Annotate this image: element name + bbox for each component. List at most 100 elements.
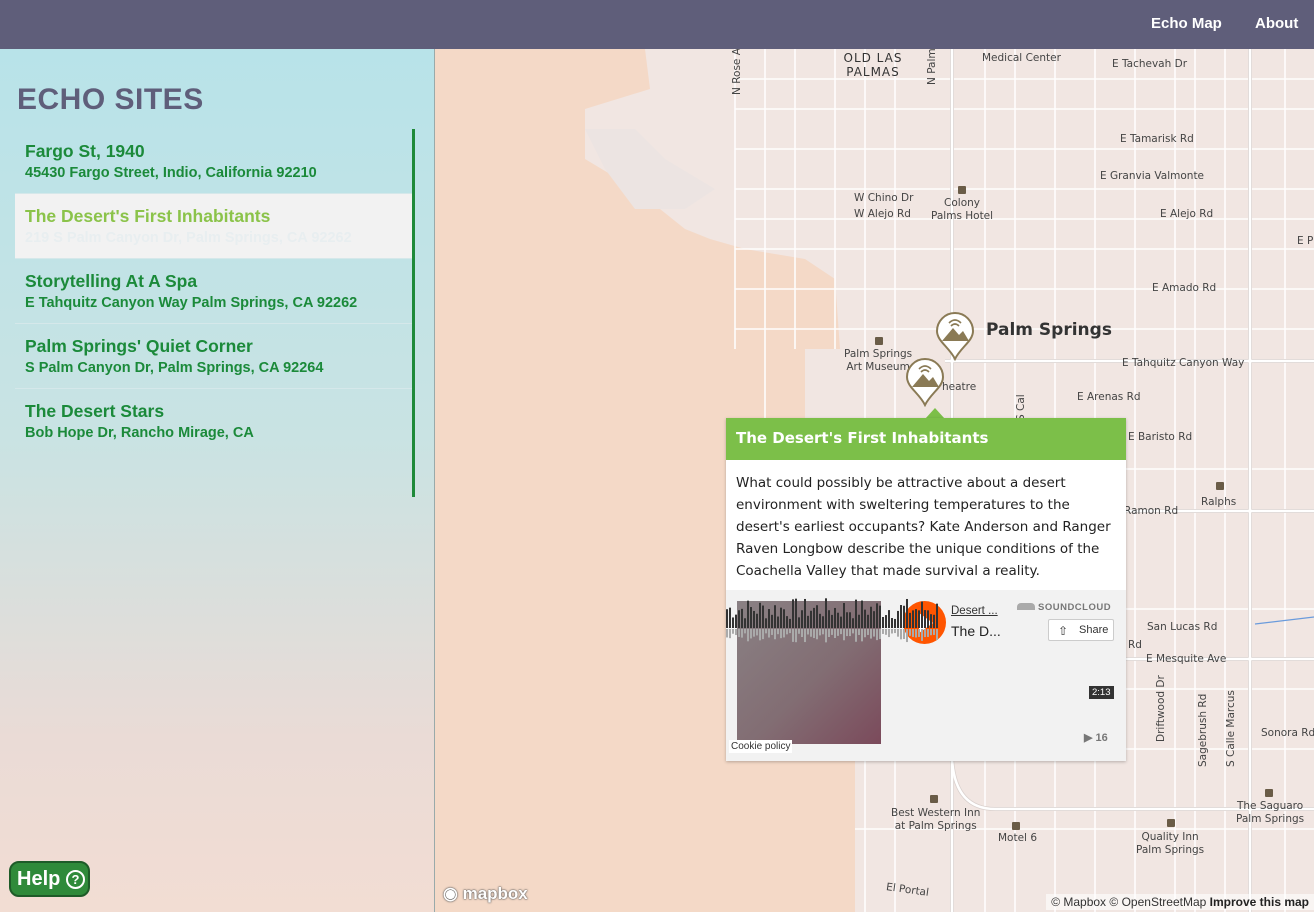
play-count-value: 16: [1095, 732, 1108, 744]
waveform-reflection: [897, 629, 899, 637]
waveform-reflection: [777, 629, 779, 635]
nav-echo-map[interactable]: Echo Map: [1151, 15, 1222, 32]
label-colony: Colony Palms Hotel: [931, 197, 994, 222]
waveform-bar: [756, 613, 758, 628]
waveform-bar: [834, 607, 836, 628]
waveform-reflection: [852, 629, 854, 634]
waveform-bar: [744, 618, 746, 628]
hotel-icon: [1012, 822, 1020, 830]
play-count: ▶ 16: [1084, 731, 1108, 744]
sidebar: ECHO SITES Fargo St, 1940 45430 Fargo St…: [0, 49, 435, 912]
waveform-bar: [855, 599, 857, 628]
waveform-reflection: [936, 629, 938, 640]
waveform-bar: [927, 610, 929, 628]
site-address: E Tahquitz Canyon Way Palm Springs, CA 9…: [25, 295, 358, 311]
waveform-bar: [843, 602, 845, 628]
waveform-reflection: [819, 629, 821, 636]
attrib-mapbox[interactable]: © Mapbox: [1051, 895, 1106, 909]
waveform-reflection: [873, 629, 875, 637]
attrib-osm[interactable]: © OpenStreetMap: [1109, 895, 1206, 909]
waveform-reflection: [867, 629, 869, 635]
map-attribution: © Mapbox © OpenStreetMap Improve this ma…: [1046, 894, 1314, 910]
site-name: The Desert Stars: [25, 401, 165, 421]
waveform-reflection: [768, 629, 770, 638]
site-item[interactable]: Palm Springs' Quiet Corner S Palm Canyon…: [15, 324, 412, 389]
track-artist-link[interactable]: Desert ...: [951, 605, 998, 617]
waveform-bar: [735, 614, 737, 628]
site-list[interactable]: Fargo St, 1940 45430 Fargo Street, Indio…: [15, 129, 415, 497]
label-granvia: E Granvia Valmonte: [1100, 170, 1205, 182]
waveform-reflection: [732, 629, 734, 634]
label-ramon: Ramon Rd: [1124, 505, 1179, 517]
waveform-reflection: [906, 629, 908, 643]
hotel-icon: [930, 795, 938, 803]
help-label: Help: [17, 868, 61, 890]
waveform-bar: [909, 612, 911, 628]
waveform-bar: [783, 609, 785, 628]
waveform-bar: [861, 600, 863, 628]
cookie-policy-link[interactable]: Cookie policy: [729, 740, 793, 753]
waveform-reflection: [738, 629, 740, 637]
waveform-bar: [918, 610, 920, 628]
mapbox-icon: ◉: [443, 884, 458, 903]
label-mesquite: E Mesquite Ave: [1146, 653, 1227, 665]
waveform-reflection: [870, 629, 872, 639]
label-amado: E Amado Rd: [1152, 282, 1217, 294]
waveform-bar: [852, 618, 854, 628]
waveform-bar: [762, 605, 764, 628]
site-item[interactable]: The Desert Stars Bob Hope Dr, Rancho Mir…: [15, 389, 412, 454]
waveform-reflection: [762, 629, 764, 640]
site-name: Storytelling At A Spa: [25, 271, 198, 291]
label-ralphs: Ralphs: [1201, 496, 1237, 508]
mapbox-logo[interactable]: ◉ mapbox: [443, 884, 528, 904]
waveform-bar: [813, 607, 815, 628]
waveform-reflection: [729, 629, 731, 639]
label-chino: W Chino Dr: [854, 192, 914, 204]
map-marker-icon-active[interactable]: [905, 357, 945, 407]
waveform-reflection: [918, 629, 920, 637]
share-button[interactable]: ⇧ Share: [1048, 619, 1114, 641]
site-address: S Palm Canyon Dr, Palm Springs, CA 92264: [25, 360, 324, 376]
waveform-bar: [780, 607, 782, 628]
waveform-reflection: [759, 629, 761, 641]
site-item-active[interactable]: The Desert's First Inhabitants 219 S Pal…: [15, 194, 412, 259]
nav-about[interactable]: About: [1255, 15, 1298, 32]
label-s-cal: S Cal: [1015, 394, 1027, 421]
waveform-reflection: [726, 629, 728, 638]
waveform-bar: [825, 598, 827, 628]
waveform-reflection: [903, 629, 905, 640]
map[interactable]: OLD LAS PALMAS N Rose Av N Palm Medical …: [435, 49, 1314, 912]
waveform-bar: [792, 599, 794, 628]
track-title: The D...: [951, 623, 1001, 639]
waveform-bar: [741, 608, 743, 628]
waveform-bar: [882, 617, 884, 628]
soundcloud-brand[interactable]: SOUNDCLOUD: [1017, 602, 1111, 613]
waveform-bar: [819, 613, 821, 628]
waveform-bar: [822, 616, 824, 628]
help-button[interactable]: Help ?: [9, 861, 90, 897]
site-item[interactable]: Storytelling At A Spa E Tahquitz Canyon …: [15, 259, 412, 324]
waveform-reflection: [798, 629, 800, 634]
improve-map-link[interactable]: Improve this map: [1210, 895, 1309, 909]
label-sonora: Sonora Rd: [1261, 727, 1314, 739]
waveform-reflection: [756, 629, 758, 636]
site-name: Fargo St, 1940: [25, 141, 145, 161]
waveform-bar: [738, 610, 740, 628]
waveform-bar: [894, 618, 896, 628]
waveform[interactable]: [726, 590, 940, 650]
waveform-reflection: [774, 629, 776, 640]
waveform-reflection: [837, 629, 839, 636]
label-tamarisk: E Tamarisk Rd: [1120, 133, 1194, 145]
map-marker-icon[interactable]: [935, 311, 975, 361]
waveform-reflection: [801, 629, 803, 637]
waveform-reflection: [744, 629, 746, 634]
label-e-p: E P: [1297, 235, 1314, 247]
waveform-reflection: [921, 629, 923, 641]
soundcloud-icon: [1017, 603, 1035, 610]
museum-icon: [875, 337, 883, 345]
hotel-icon: [1167, 819, 1175, 827]
label-old-las-palmas: OLD LAS PALMAS: [843, 51, 903, 79]
waveform-bar: [930, 614, 932, 628]
site-item[interactable]: Fargo St, 1940 45430 Fargo Street, Indio…: [15, 129, 412, 194]
label-saguaro: The Saguaro Palm Springs: [1236, 800, 1305, 825]
